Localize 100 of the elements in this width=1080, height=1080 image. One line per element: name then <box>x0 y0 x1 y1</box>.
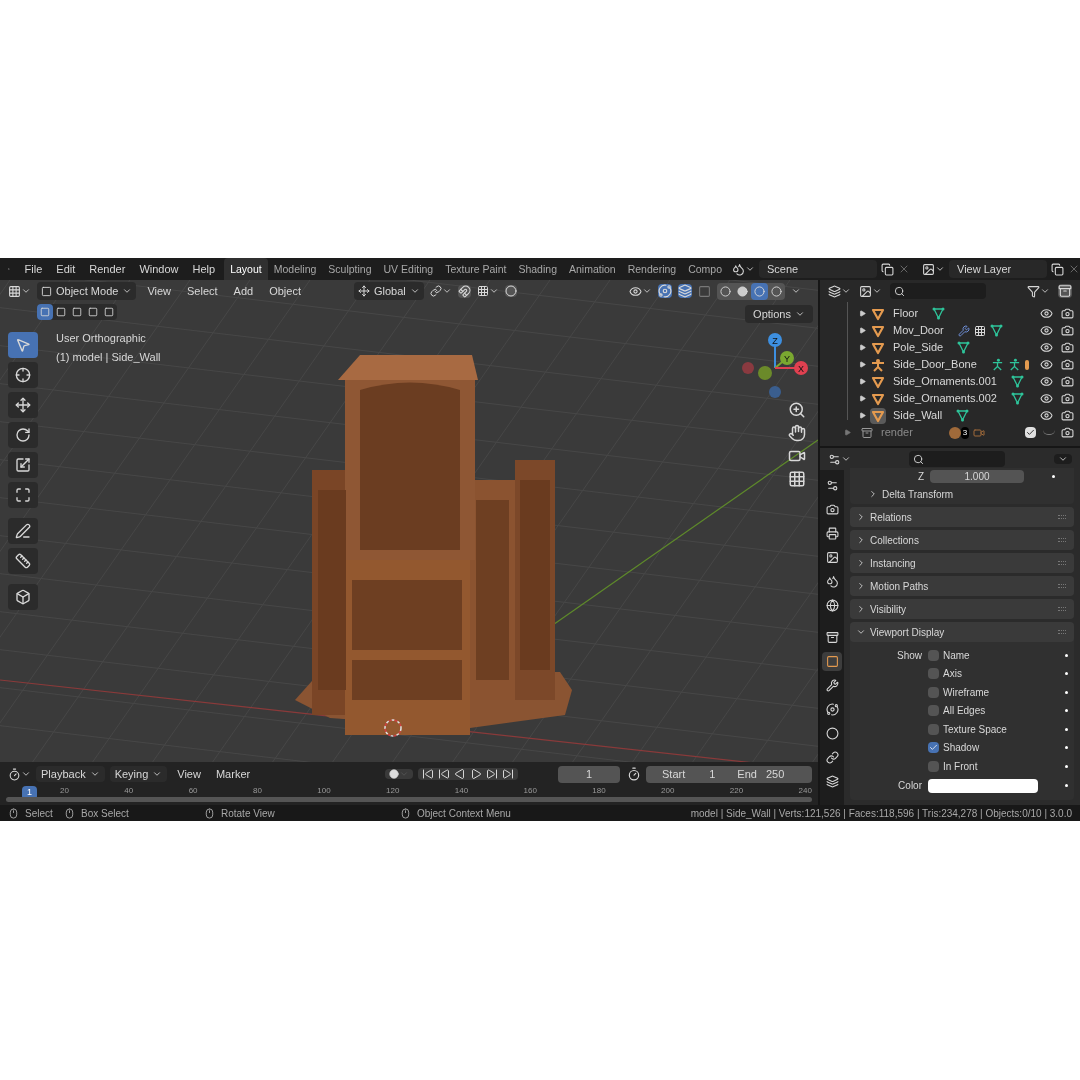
snap-icon[interactable] <box>457 284 471 298</box>
z-value-field[interactable]: 1.000 <box>930 469 1024 483</box>
move-tool-button[interactable] <box>8 392 38 418</box>
editor-type-button[interactable] <box>8 284 31 298</box>
checkbox[interactable]: Name <box>928 647 970 663</box>
scale-tool-button[interactable] <box>8 452 38 478</box>
editor-type-button[interactable] <box>828 284 851 298</box>
search-field[interactable] <box>909 451 1005 467</box>
close-icon[interactable] <box>898 263 910 275</box>
checkbox[interactable]: Shadow <box>928 740 980 756</box>
overlay-toggle-icon[interactable] <box>677 284 692 298</box>
eye-icon[interactable] <box>1040 375 1053 388</box>
cursor-tool-button[interactable] <box>8 362 38 388</box>
transform-tool-button[interactable] <box>8 482 38 508</box>
editor-type-button[interactable] <box>8 767 31 781</box>
rotate-tool-button[interactable] <box>8 422 38 448</box>
editor-type-button[interactable] <box>828 452 851 466</box>
zoom-icon[interactable] <box>788 401 806 419</box>
workspace-tab[interactable]: Modeling <box>267 258 323 280</box>
workspace-tab[interactable]: Texture Paint <box>439 258 513 280</box>
camera-icon[interactable] <box>1061 426 1074 439</box>
snap-target-icon[interactable] <box>476 285 499 297</box>
checkbox[interactable] <box>1025 427 1036 438</box>
workspace-tab[interactable]: Layout <box>224 258 268 280</box>
panel-header[interactable]: Relations <box>850 507 1074 527</box>
add-cube-tool-button[interactable] <box>8 584 38 610</box>
proportional-edit-icon[interactable] <box>504 285 517 297</box>
camera-icon[interactable] <box>1061 375 1074 388</box>
next-keyframe-icon[interactable] <box>486 768 499 780</box>
visibility-icon[interactable] <box>628 284 652 298</box>
end-frame-field[interactable]: 250 <box>765 765 785 783</box>
play-icon[interactable] <box>470 768 483 780</box>
navigation-gizmo-drawing[interactable]: Z Y X <box>742 333 808 398</box>
timeline-scrollbar[interactable] <box>6 797 812 802</box>
hand-icon[interactable] <box>788 424 806 442</box>
outliner-item-name[interactable]: Side_Ornaments.001 <box>893 373 997 390</box>
mode-dropdown[interactable]: Object Mode <box>37 282 137 300</box>
stopwatch-icon[interactable] <box>627 767 641 781</box>
pivot-icon[interactable] <box>429 285 452 297</box>
select-box-tool-button[interactable] <box>8 332 38 358</box>
menu-item[interactable]: View <box>142 282 177 300</box>
menu-item[interactable]: Edit <box>49 260 83 278</box>
options-dropdown[interactable]: Options <box>745 305 813 323</box>
start-frame-field[interactable]: 1 <box>709 765 716 783</box>
menu-item[interactable]: Render <box>82 260 133 278</box>
panel-header[interactable]: Viewport Display <box>850 622 1074 642</box>
view-layer-field[interactable]: View Layer <box>949 260 1047 278</box>
previous-keyframe-icon[interactable] <box>438 768 451 780</box>
play-reverse-icon[interactable] <box>454 768 467 780</box>
annotate-tool-button[interactable] <box>8 518 38 544</box>
outliner-item-name[interactable]: Pole_Side <box>893 339 944 356</box>
menu-item[interactable]: Add <box>228 282 259 300</box>
copy-icon[interactable] <box>881 262 894 276</box>
checkbox[interactable]: In Front <box>928 758 978 774</box>
object-tab[interactable] <box>822 652 842 671</box>
outliner-item-name[interactable]: Side_Door_Bone <box>893 356 977 373</box>
menu-item[interactable]: File <box>17 260 50 278</box>
view-layer-icon[interactable] <box>922 262 945 276</box>
outliner-item-name[interactable]: Floor <box>893 305 919 322</box>
outliner-item-name[interactable]: Mov_Door <box>893 322 944 339</box>
eye-icon[interactable] <box>1040 409 1053 422</box>
jump-start-icon[interactable] <box>422 768 435 780</box>
collection-name[interactable]: render <box>881 424 913 441</box>
camera-icon[interactable] <box>1061 358 1074 371</box>
subpanel-header[interactable]: Delta Transform <box>850 484 1074 504</box>
eye-icon[interactable] <box>1040 307 1053 320</box>
eye-icon[interactable] <box>1040 341 1053 354</box>
panel-header[interactable]: Instancing <box>850 553 1074 573</box>
workspace-tab[interactable]: Sculpting <box>322 258 378 280</box>
orientation-dropdown[interactable]: Global <box>354 282 424 300</box>
checkbox[interactable]: Texture Space <box>928 721 1007 737</box>
color-swatch[interactable] <box>928 778 1038 793</box>
menu-item[interactable]: View <box>172 765 206 783</box>
dropdown-button[interactable] <box>1054 454 1072 464</box>
new-collection-icon[interactable] <box>1058 284 1072 298</box>
workspace-tab[interactable]: Animation <box>563 258 622 280</box>
menu-item[interactable]: Marker <box>210 765 256 783</box>
search-field[interactable] <box>890 283 986 299</box>
shading-mode-button[interactable] <box>750 282 768 300</box>
menu-item[interactable]: Select <box>182 282 223 300</box>
menu-item[interactable]: Keying <box>109 765 168 783</box>
current-frame-field[interactable]: 1 <box>558 765 620 783</box>
camera-icon[interactable] <box>1061 392 1074 405</box>
panel-header[interactable]: Motion Paths <box>850 576 1074 596</box>
xray-icon[interactable] <box>697 284 711 298</box>
workspace-tab[interactable]: UV Editing <box>377 258 440 280</box>
checkbox[interactable]: All Edges <box>928 703 986 719</box>
panel-header[interactable]: Collections <box>850 530 1074 550</box>
outliner-item-name[interactable]: Side_Wall <box>893 407 943 424</box>
checkbox[interactable]: Wireframe <box>928 684 990 700</box>
panel-header[interactable]: Visibility <box>850 599 1074 619</box>
eye-icon[interactable] <box>1040 392 1053 405</box>
camera-icon[interactable] <box>1061 307 1074 320</box>
workspace-tab[interactable]: Compo <box>682 258 728 280</box>
workspace-tab[interactable]: Rendering <box>621 258 683 280</box>
menu-item[interactable]: Object <box>264 282 306 300</box>
workspace-tab[interactable]: Shading <box>512 258 563 280</box>
measure-tool-button[interactable] <box>8 548 38 574</box>
jump-end-icon[interactable] <box>502 768 515 780</box>
gizmo-toggle-icon[interactable] <box>657 284 672 298</box>
